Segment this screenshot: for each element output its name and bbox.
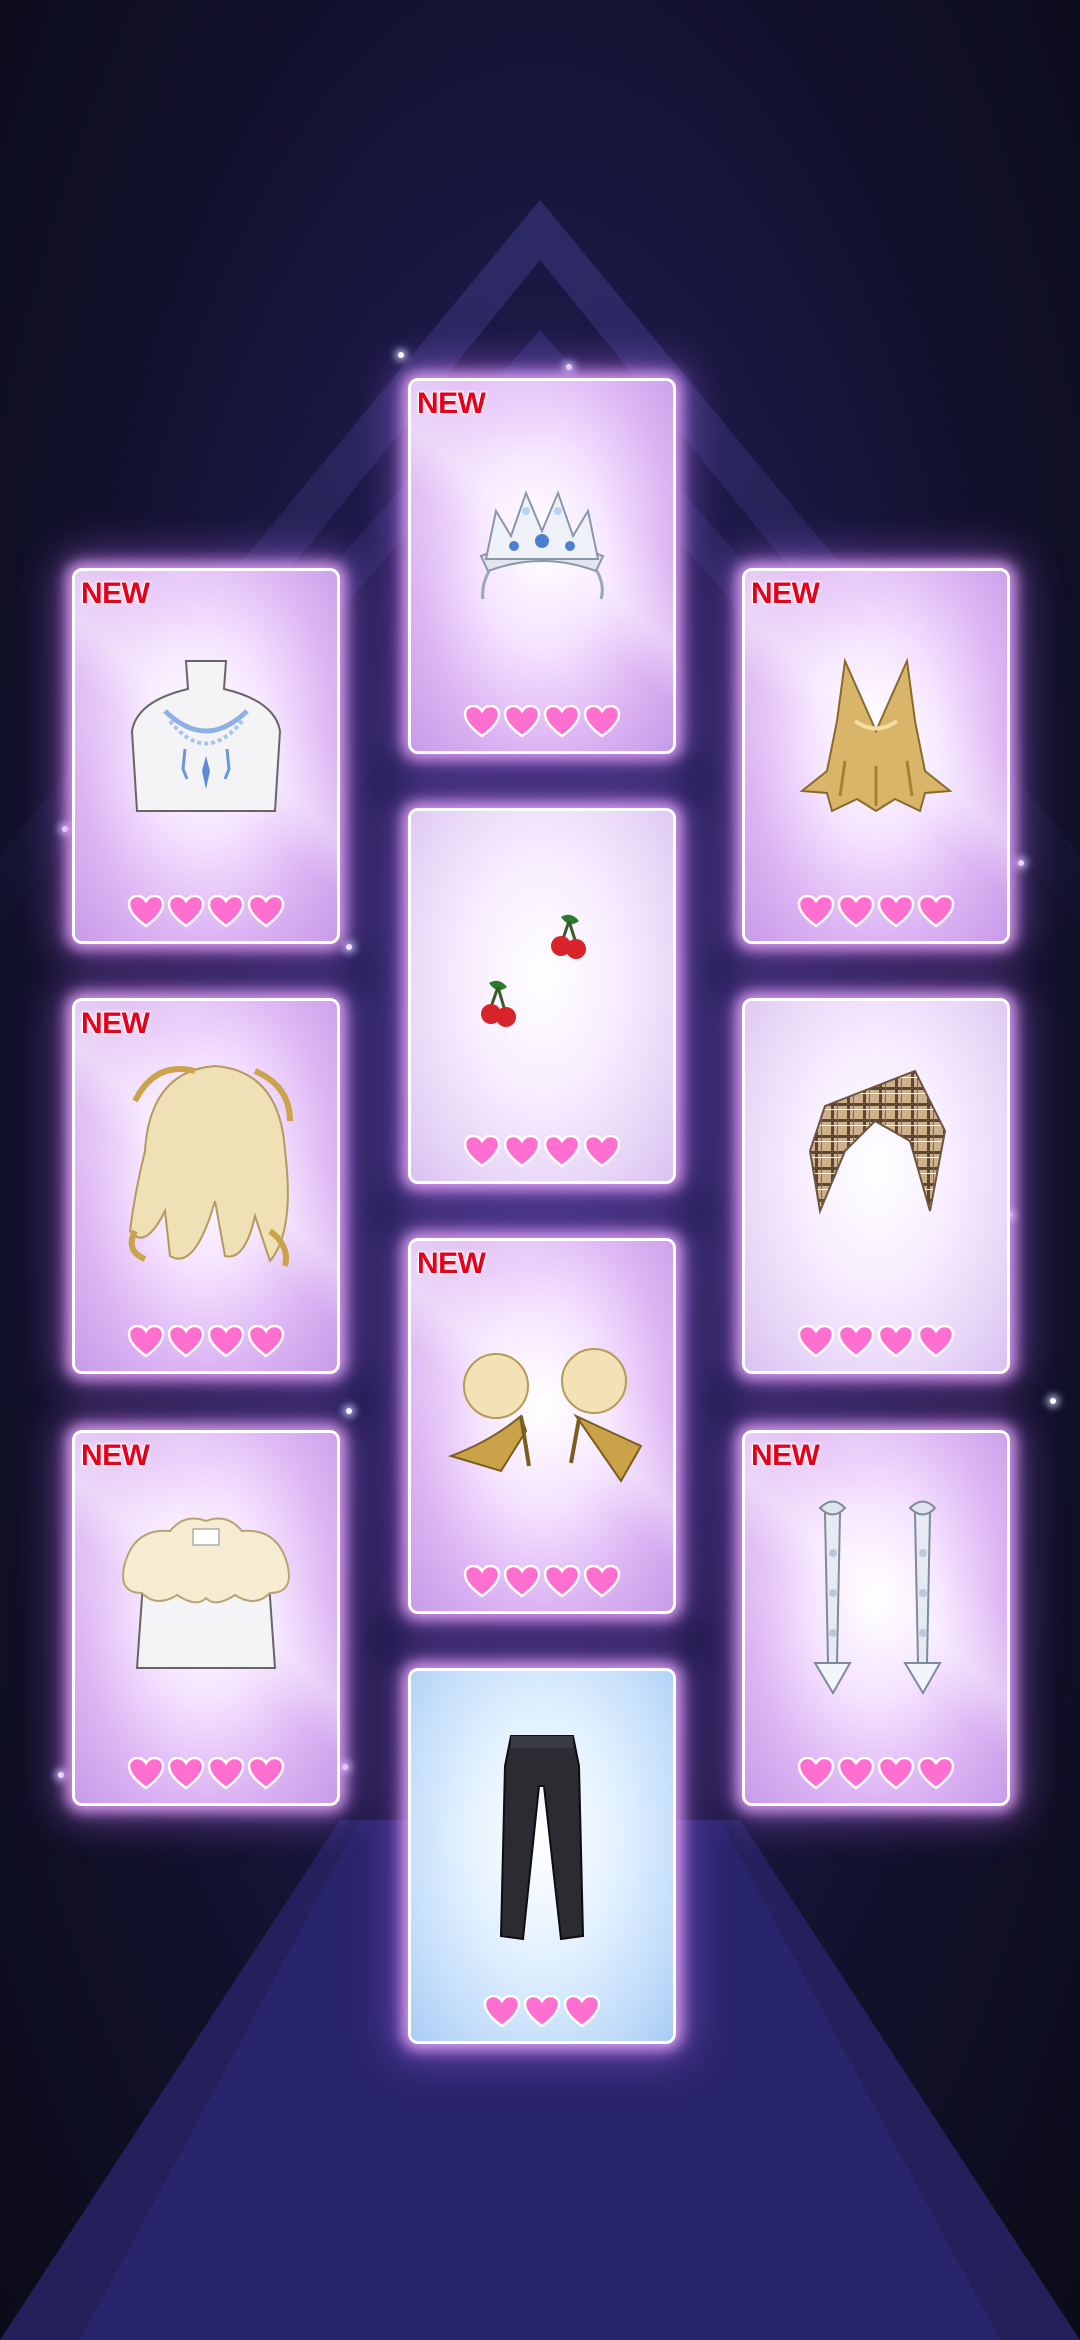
sparkle — [398, 352, 404, 358]
plaid-scarf-icon — [808, 1069, 947, 1215]
card-gold-top[interactable]: NEW — [742, 568, 1010, 944]
sparkle — [1050, 1398, 1056, 1404]
card-gold-pom-heels[interactable]: NEW — [408, 1238, 676, 1614]
heart-icon — [583, 705, 621, 738]
heart-icon — [247, 895, 285, 928]
sparkle — [342, 1764, 348, 1770]
heart-icon — [463, 705, 501, 738]
heart-icon — [543, 1135, 581, 1168]
rating-hearts — [411, 1135, 673, 1169]
heart-icon — [463, 1565, 501, 1598]
heart-icon — [917, 895, 955, 928]
heart-icon — [127, 1757, 165, 1790]
heart-icon — [877, 1757, 915, 1790]
tiara-icon — [479, 490, 605, 600]
rating-hearts — [75, 1757, 337, 1791]
card-necklace[interactable]: NEW — [72, 568, 340, 944]
necklace-bust-icon — [130, 660, 282, 812]
ruffle-collar-icon — [122, 1517, 290, 1669]
sparkle — [58, 1772, 64, 1778]
heart-icon — [207, 1757, 245, 1790]
rating-hearts — [411, 1565, 673, 1599]
rating-hearts — [745, 1757, 1007, 1791]
heart-icon — [127, 1325, 165, 1358]
heart-icon — [877, 1325, 915, 1358]
heart-icon — [167, 1325, 205, 1358]
rating-hearts — [411, 705, 673, 739]
rating-hearts — [411, 1995, 673, 2029]
heart-icon — [503, 1565, 541, 1598]
gold-top-icon — [799, 657, 953, 813]
card-ruffle-collar[interactable]: NEW — [72, 1430, 340, 1806]
heart-icon — [247, 1325, 285, 1358]
heart-icon — [167, 895, 205, 928]
heart-icon — [797, 1757, 835, 1790]
sparkle — [62, 826, 68, 832]
heart-icon — [917, 1757, 955, 1790]
rating-hearts — [75, 1325, 337, 1359]
heart-icon — [483, 1995, 521, 2028]
heart-icon — [837, 1757, 875, 1790]
heart-icon — [503, 1135, 541, 1168]
heart-icon — [797, 895, 835, 928]
heart-icon — [583, 1135, 621, 1168]
heart-icon — [837, 895, 875, 928]
cherry-earrings-icon — [481, 914, 586, 1027]
crystal-earrings-icon — [813, 1500, 942, 1695]
heart-icon — [207, 895, 245, 928]
card-tiara[interactable]: NEW — [408, 378, 676, 754]
card-plaid-scarf[interactable] — [742, 998, 1010, 1374]
card-black-trousers[interactable] — [408, 1668, 676, 2044]
heart-icon — [917, 1325, 955, 1358]
heart-icon — [583, 1565, 621, 1598]
heart-icon — [127, 895, 165, 928]
heart-icon — [247, 1757, 285, 1790]
heart-icon — [837, 1325, 875, 1358]
sparkle — [566, 364, 572, 370]
sparkle — [346, 944, 352, 950]
heart-icon — [797, 1325, 835, 1358]
card-crystal-earrings[interactable]: NEW — [742, 1430, 1010, 1806]
blonde-hair-icon — [128, 1064, 293, 1267]
heart-icon — [563, 1995, 601, 2028]
heart-icon — [503, 705, 541, 738]
rating-hearts — [75, 895, 337, 929]
heart-icon — [543, 1565, 581, 1598]
card-blonde-hair[interactable]: NEW — [72, 998, 340, 1374]
heart-icon — [207, 1325, 245, 1358]
sparkle — [1018, 860, 1024, 866]
black-trousers-icon — [499, 1735, 585, 1941]
heart-icon — [877, 895, 915, 928]
heart-icon — [167, 1757, 205, 1790]
gold-heels-icon — [447, 1348, 643, 1483]
rating-hearts — [745, 895, 1007, 929]
rating-hearts — [745, 1325, 1007, 1359]
heart-icon — [523, 1995, 561, 2028]
heart-icon — [543, 705, 581, 738]
heart-icon — [463, 1135, 501, 1168]
sparkle — [346, 1408, 352, 1414]
card-cherry-earrings[interactable] — [408, 808, 676, 1184]
